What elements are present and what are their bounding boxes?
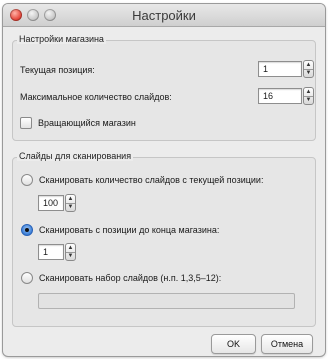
rotating-magazine-label: Вращающийся магазин	[38, 118, 136, 128]
scan-set-radio[interactable]	[21, 272, 33, 284]
window-title: Настройки	[132, 8, 196, 23]
preferences-window: Настройки Настройки магазина Текущая поз…	[3, 4, 325, 356]
scan-set-label: Сканировать набор слайдов (н.п. 1,3,5–12…	[39, 273, 222, 283]
scan-start-position-field[interactable]: 1	[38, 244, 64, 260]
scan-count-label: Сканировать количество слайдов с текущей…	[39, 175, 264, 185]
chevron-down-icon[interactable]: ▼	[304, 96, 313, 104]
title-bar[interactable]: Настройки	[3, 4, 325, 27]
scan-set-field[interactable]	[38, 293, 295, 309]
chevron-down-icon[interactable]: ▼	[304, 69, 313, 77]
scan-count-stepper[interactable]: ▲ ▼	[65, 194, 76, 212]
scan-slides-title: Слайды для сканирования	[17, 151, 134, 161]
max-slides-field[interactable]: 16	[258, 88, 302, 104]
scan-start-position-stepper[interactable]: ▲ ▼	[65, 243, 76, 261]
ok-button[interactable]: OK	[211, 334, 256, 354]
scan-count-radio[interactable]	[21, 174, 33, 186]
rotating-magazine-checkbox[interactable]	[20, 117, 32, 129]
cancel-button[interactable]: Отмена	[261, 334, 313, 354]
chevron-down-icon[interactable]: ▼	[66, 203, 75, 211]
magazine-settings-title: Настройки магазина	[17, 34, 106, 44]
current-position-field[interactable]: 1	[258, 61, 302, 77]
max-slides-stepper[interactable]: ▲ ▼	[303, 87, 314, 105]
current-position-label: Текущая позиция:	[20, 65, 95, 75]
scan-to-end-label: Сканировать с позиции до конца магазина:	[39, 225, 220, 235]
scan-count-field[interactable]: 100	[38, 195, 64, 211]
scan-to-end-radio[interactable]	[21, 224, 33, 236]
current-position-stepper[interactable]: ▲ ▼	[303, 60, 314, 78]
max-slides-label: Максимальное количество слайдов:	[20, 92, 172, 102]
chevron-down-icon[interactable]: ▼	[66, 252, 75, 260]
